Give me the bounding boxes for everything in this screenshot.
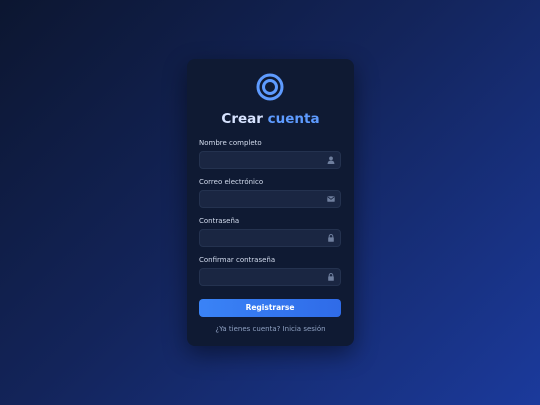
lock-icon [327,273,335,281]
ring-logo-icon [256,73,284,101]
confirm-password-input[interactable] [200,269,324,285]
password-input[interactable] [200,230,324,246]
full-name-input[interactable] [200,152,324,168]
register-button[interactable]: Registrarse [199,299,341,317]
login-link[interactable]: Inicia sesión [283,325,326,333]
user-icon [327,156,335,164]
page-title: Crear cuenta [187,110,354,128]
login-prompt: ¿Ya tienes cuenta? Inicia sesión [187,325,354,334]
email-field[interactable] [199,190,341,208]
envelope-icon [327,195,335,203]
title-word-1: Crear [221,111,263,127]
login-question: ¿Ya tienes cuenta? [215,325,281,333]
email-label: Correo electrónico [199,178,264,186]
password-label: Contraseña [199,217,240,225]
full-name-field[interactable] [199,151,341,169]
full-name-label: Nombre completo [199,139,262,147]
confirm-password-label: Confirmar contraseña [199,256,276,264]
email-input[interactable] [200,191,324,207]
confirm-password-field[interactable] [199,268,341,286]
password-field[interactable] [199,229,341,247]
register-card: Crear cuenta Nombre completo Correo elec… [187,59,354,346]
lock-icon [327,234,335,242]
title-word-2: cuenta [267,111,320,127]
